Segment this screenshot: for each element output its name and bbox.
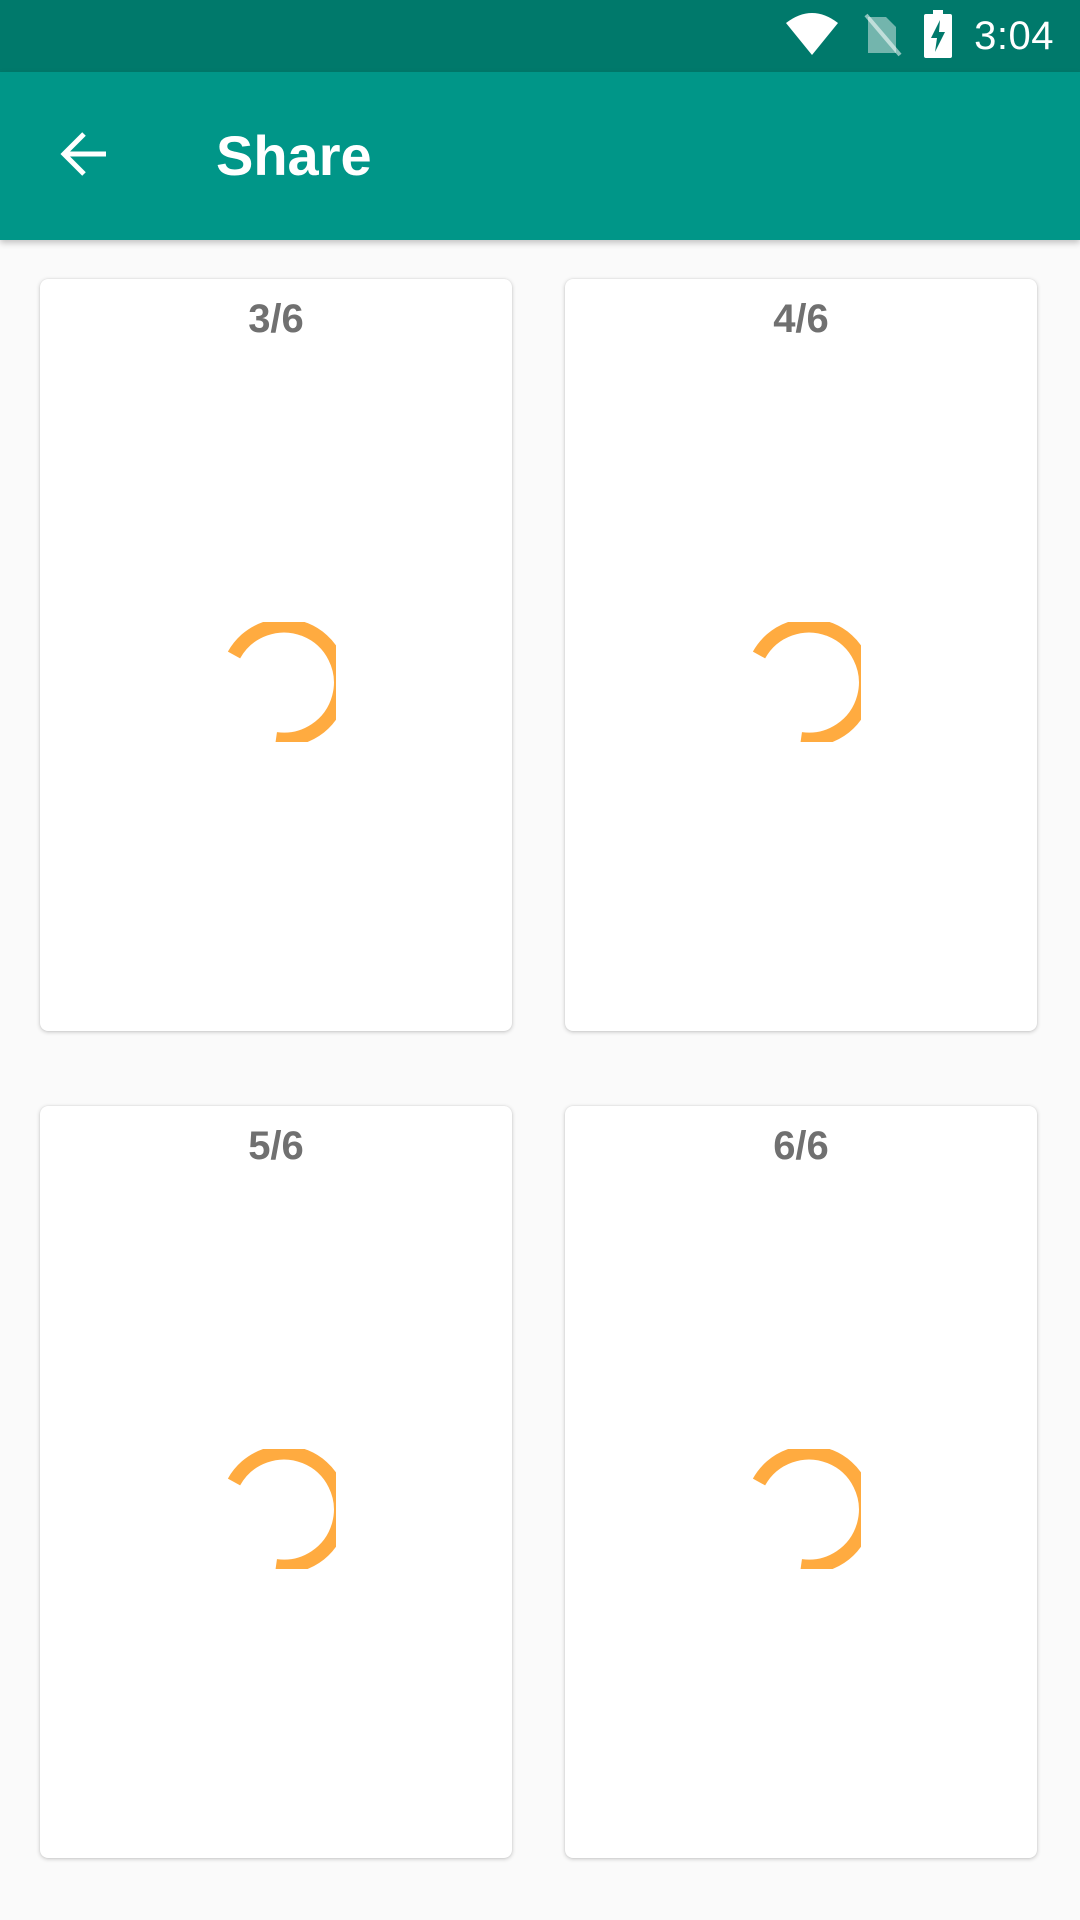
page-card[interactable]: 3/6	[40, 279, 512, 1031]
no-sim-icon	[862, 11, 902, 62]
status-time: 3:04	[974, 13, 1054, 58]
loading-spinner-icon	[752, 622, 861, 742]
loading-spinner-icon	[227, 622, 336, 742]
status-icons: 3:04	[784, 0, 1054, 72]
status-bar: 3:04	[0, 0, 1080, 72]
back-button[interactable]	[42, 114, 126, 198]
loading-spinner-icon	[752, 1449, 861, 1569]
page-card[interactable]: 6/6	[565, 1106, 1037, 1858]
arrow-back-icon	[58, 128, 110, 185]
page-number-label: 4/6	[773, 297, 829, 341]
loading-spinner-icon	[227, 1449, 336, 1569]
app-bar: Share	[0, 72, 1080, 240]
page-number-label: 6/6	[773, 1124, 829, 1168]
page-card[interactable]: 5/6	[40, 1106, 512, 1858]
battery-charging-icon	[924, 9, 953, 63]
page-card[interactable]: 4/6	[565, 279, 1037, 1031]
wifi-icon	[784, 11, 840, 62]
page-number-label: 5/6	[248, 1124, 304, 1168]
page-title: Share	[216, 124, 372, 187]
page-number-label: 3/6	[248, 297, 304, 341]
